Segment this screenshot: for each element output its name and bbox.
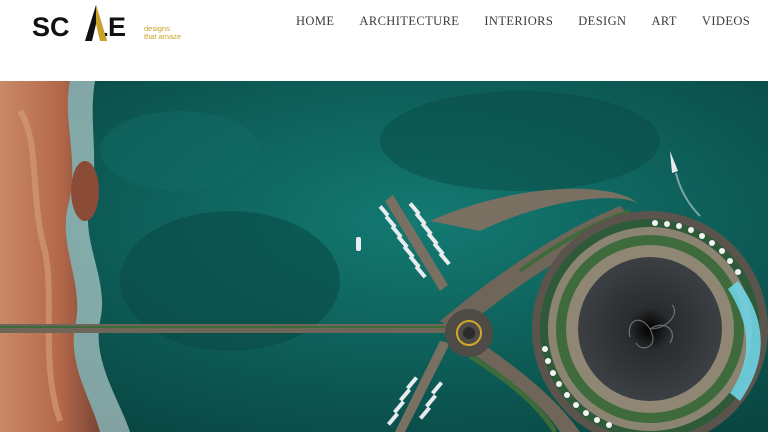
nav-design[interactable]: DESIGN [578,14,626,29]
tagline-line-2: that amaze [144,32,182,41]
nav-home[interactable]: HOME [296,14,334,29]
logo-wordmark: SC LE [32,12,126,43]
hero-image [0,81,768,432]
site-logo[interactable]: SC LE designs that amaze [32,4,192,44]
site-header: SC LE designs that amaze HOME ARCHITECTUR… [0,0,768,81]
nav-videos[interactable]: VIDEOS [702,14,750,29]
nav-interiors[interactable]: INTERIORS [484,14,553,29]
hero-aerial-illustration [0,81,768,432]
nav-architecture[interactable]: ARCHITECTURE [359,14,459,29]
nav-art[interactable]: ART [651,14,676,29]
logo-a-mark-icon [85,5,107,41]
bridge [0,324,455,333]
main-nav: HOME ARCHITECTURE INTERIORS DESIGN ART V… [296,14,750,29]
logo-tagline: designs that amaze [144,25,181,41]
logo-text-left: SC [32,12,70,42]
